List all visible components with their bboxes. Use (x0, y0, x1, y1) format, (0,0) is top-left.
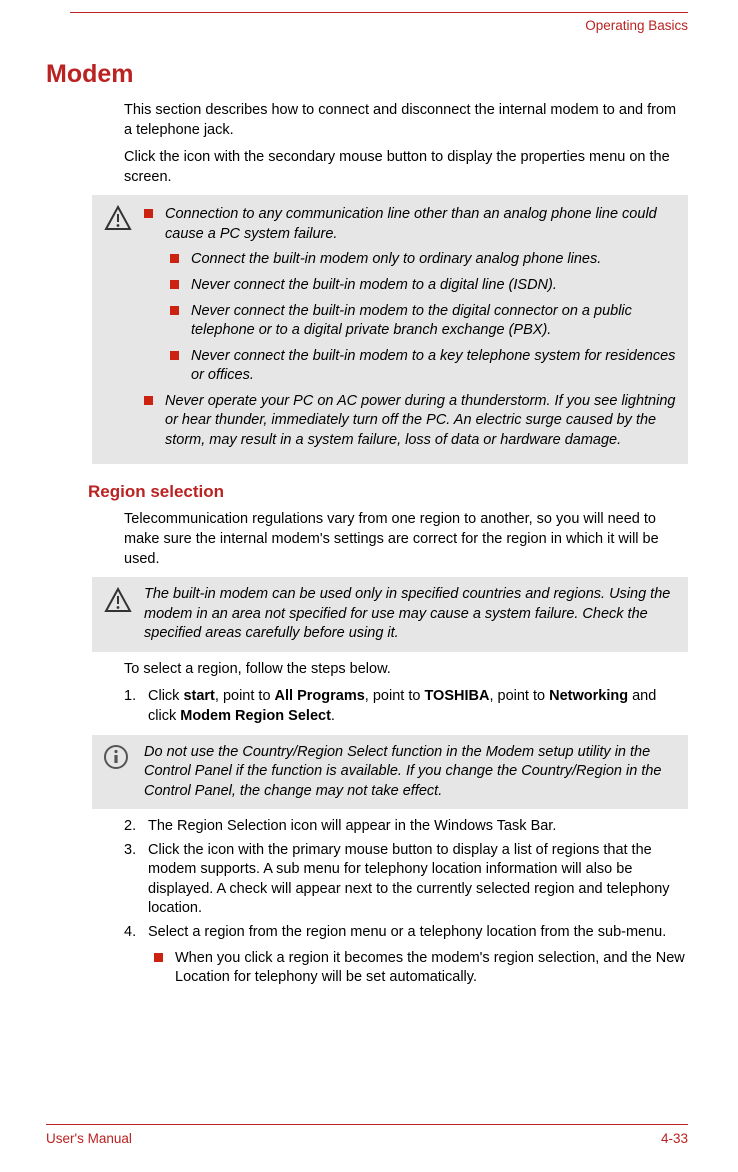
caution-subitem: Connect the built-in modem only to ordin… (191, 250, 676, 270)
info-callout: Do not use the Country/Region Select fun… (92, 735, 688, 810)
footer-right: 4-33 (661, 1131, 688, 1146)
intro-paragraph-2: Click the icon with the secondary mouse … (124, 148, 688, 187)
step-number: 1. (124, 687, 148, 726)
step-text: , point to (365, 688, 425, 704)
step-text: Click (148, 688, 183, 704)
caution-subitem: Never connect the built-in modem to a ke… (191, 347, 676, 386)
bullet-icon (170, 280, 179, 289)
step-number: 3. (124, 841, 148, 919)
bullet-icon (170, 351, 179, 360)
caution-item: Never operate your PC on AC power during… (165, 392, 676, 451)
region-paragraph: Telecommunication regulations vary from … (124, 510, 688, 569)
page-footer: User's Manual 4-33 (46, 1124, 688, 1146)
sub-bullet-text: When you click a region it becomes the m… (175, 949, 688, 988)
step-sub-bullet: When you click a region it becomes the m… (154, 949, 688, 988)
step-bold: TOSHIBA (424, 688, 489, 704)
caution-subitem: Never connect the built-in modem to the … (191, 302, 676, 341)
step-bold: start (183, 688, 214, 704)
step-text: Select a region from the region menu or … (148, 923, 688, 943)
bullet-icon (154, 953, 163, 962)
top-rule (70, 12, 688, 13)
step-bold: Modem Region Select (180, 708, 331, 724)
header-section-name: Operating Basics (585, 18, 688, 33)
intro-paragraph-1: This section describes how to connect an… (124, 101, 688, 140)
caution-subitem: Never connect the built-in modem to a di… (191, 276, 676, 296)
step-2: 2. The Region Selection icon will appear… (124, 817, 688, 837)
step-bold: All Programs (275, 688, 365, 704)
section-heading-modem: Modem (46, 60, 688, 89)
footer-left: User's Manual (46, 1131, 132, 1146)
step-text: The Region Selection icon will appear in… (148, 817, 688, 837)
step-text: . (331, 708, 335, 724)
subsection-heading-region: Region selection (88, 482, 688, 502)
bullet-icon (144, 209, 153, 218)
info-text: Do not use the Country/Region Select fun… (144, 743, 676, 802)
caution-item: Connection to any communication line oth… (165, 205, 676, 244)
bullet-icon (170, 306, 179, 315)
step-text: , point to (215, 688, 275, 704)
step-text: Click the icon with the primary mouse bu… (148, 841, 688, 919)
step-number: 2. (124, 817, 148, 837)
caution-callout-1: Connection to any communication line oth… (92, 195, 688, 464)
caution-text: The built-in modem can be used only in s… (144, 585, 676, 644)
step-4: 4. Select a region from the region menu … (124, 923, 688, 943)
step-bold: Networking (549, 688, 628, 704)
bullet-icon (144, 396, 153, 405)
step-text: , point to (489, 688, 549, 704)
step-3: 3. Click the icon with the primary mouse… (124, 841, 688, 919)
info-icon (104, 745, 132, 774)
caution-icon (104, 587, 132, 620)
caution-callout-2: The built-in modem can be used only in s… (92, 577, 688, 652)
caution-icon (104, 205, 132, 238)
region-intro: To select a region, follow the steps bel… (124, 660, 688, 680)
bullet-icon (170, 254, 179, 263)
step-number: 4. (124, 923, 148, 943)
step-1: 1. Click start, point to All Programs, p… (124, 687, 688, 726)
